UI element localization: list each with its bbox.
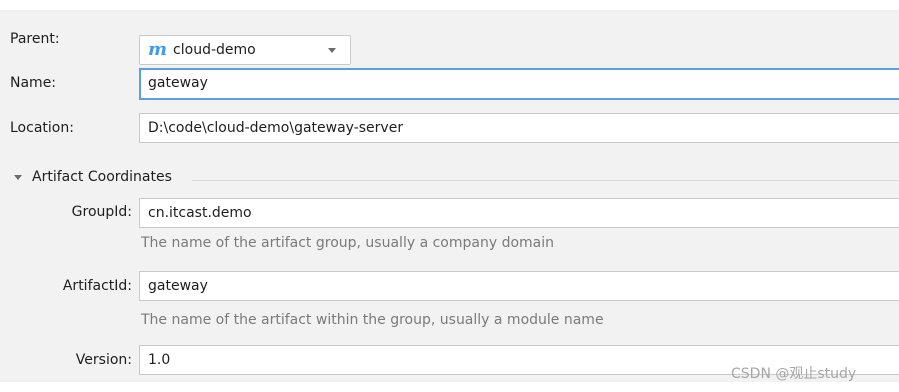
groupid-hint: The name of the artifact group, usually … bbox=[141, 235, 554, 251]
groupid-input[interactable]: cn.itcast.demo bbox=[139, 198, 899, 228]
location-input[interactable]: D:\code\cloud-demo\gateway-server bbox=[139, 113, 899, 143]
artifactid-hint: The name of the artifact within the grou… bbox=[141, 312, 604, 328]
artifactid-label: ArtifactId: bbox=[62, 278, 132, 294]
name-input[interactable]: gateway bbox=[139, 68, 899, 100]
artifact-coordinates-toggle[interactable]: Artifact Coordinates bbox=[14, 169, 172, 185]
parent-label: Parent: bbox=[10, 31, 60, 47]
csdn-watermark: CSDN @观止study bbox=[731, 366, 857, 382]
artifactid-input[interactable]: gateway bbox=[139, 271, 899, 301]
maven-module-icon: m bbox=[148, 39, 168, 60]
parent-dropdown[interactable]: m cloud-demo bbox=[139, 35, 351, 65]
name-label: Name: bbox=[10, 75, 57, 91]
section-divider bbox=[192, 180, 899, 181]
chevron-down-icon bbox=[328, 48, 336, 53]
location-label: Location: bbox=[10, 120, 74, 136]
artifact-section-title: Artifact Coordinates bbox=[32, 169, 172, 185]
triangle-down-icon bbox=[14, 174, 22, 180]
new-module-panel: Parent: m cloud-demo Name: gateway Locat… bbox=[0, 10, 899, 382]
parent-value: cloud-demo bbox=[173, 42, 256, 58]
version-label: Version: bbox=[75, 352, 132, 368]
groupid-label: GroupId: bbox=[71, 204, 132, 220]
